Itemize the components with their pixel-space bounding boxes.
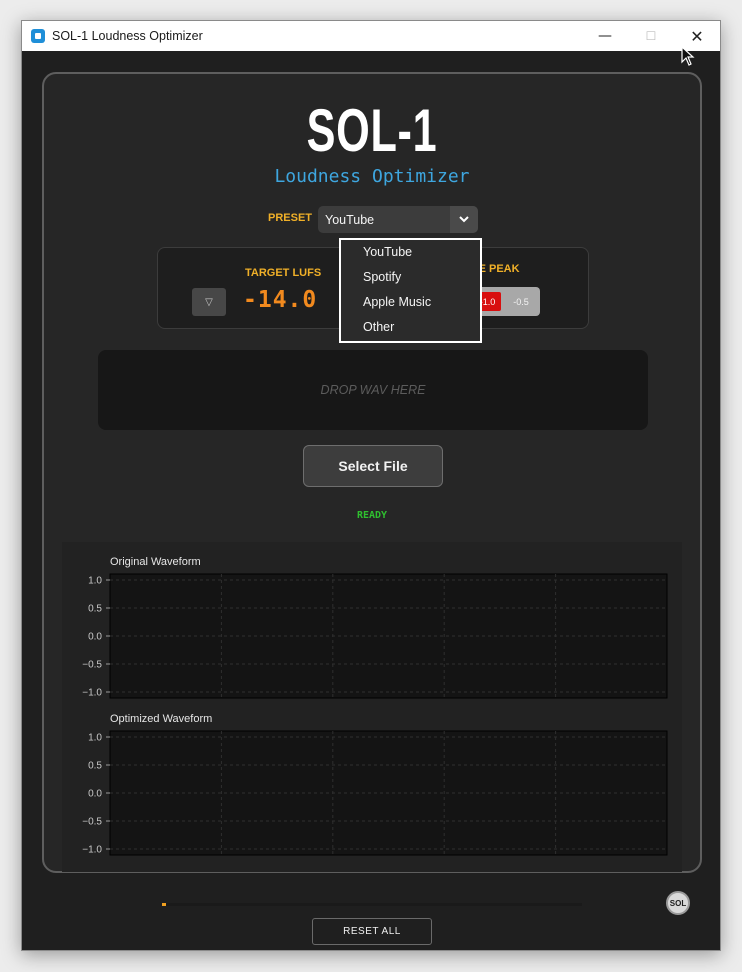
y-tick-label: −1.0	[82, 688, 102, 699]
chart-title: Optimized Waveform	[110, 713, 212, 725]
window-title: SOL-1 Loudness Optimizer	[52, 29, 203, 43]
chart-title: Original Waveform	[110, 556, 201, 568]
drop-zone-text: DROP WAV HERE	[320, 383, 426, 397]
preset-select[interactable]: YouTube	[318, 206, 478, 233]
preset-dropdown-menu: YouTube Spotify Apple Music Other	[339, 238, 482, 343]
preset-option-apple-music[interactable]: Apple Music	[363, 295, 431, 309]
sol-seal-logo: SOL	[666, 891, 690, 915]
wav-drop-zone[interactable]: DROP WAV HERE	[98, 350, 648, 430]
mouse-pointer-icon	[681, 46, 695, 66]
y-tick-label: 0.5	[88, 604, 102, 615]
waveform-charts-svg: Original Waveform 1.0 0.5 0.0 −0.5 −1.0 Optimi…	[82, 556, 668, 856]
target-lufs-label: TARGET LUFS	[245, 267, 322, 279]
main-panel: SOL-1 Loudness Optimizer PRESET YouTube …	[42, 72, 702, 873]
y-tick-label: 0.0	[88, 789, 102, 800]
chevron-down-icon[interactable]	[450, 206, 478, 233]
app-icon	[31, 29, 45, 43]
y-tick-label: 0.5	[88, 761, 102, 772]
app-subtitle: Loudness Optimizer	[274, 166, 470, 187]
preset-selected-value: YouTube	[325, 212, 375, 227]
waveform-charts: Original Waveform 1.0 0.5 0.0 −0.5 −1.0 Optimi…	[62, 542, 682, 872]
y-tick-label: 1.0	[88, 576, 102, 587]
preset-option-spotify[interactable]: Spotify	[363, 270, 401, 284]
app-window: SOL-1 Loudness Optimizer — ☐ ✕ SOL-1 Lou…	[21, 20, 721, 951]
preset-option-other[interactable]: Other	[363, 320, 394, 334]
title-bar[interactable]: SOL-1 Loudness Optimizer — ☐ ✕	[22, 21, 720, 51]
preset-option-youtube[interactable]: YouTube	[363, 245, 412, 259]
status-text: READY	[356, 510, 388, 521]
target-lufs-value: -14.0	[243, 287, 318, 313]
preset-label: PRESET	[268, 212, 313, 224]
select-file-button[interactable]: Select File	[303, 445, 443, 487]
minimize-icon[interactable]: —	[582, 21, 628, 51]
lufs-decrease-button[interactable]: ▽	[192, 288, 226, 316]
y-tick-label: 1.0	[88, 733, 102, 744]
reset-all-button[interactable]: RESET ALL	[312, 918, 432, 945]
y-tick-label: 0.0	[88, 632, 102, 643]
y-tick-label: −0.5	[82, 817, 102, 828]
true-peak-option[interactable]: -0.5	[506, 292, 536, 311]
y-tick-label: −0.5	[82, 660, 102, 671]
progress-fill	[162, 903, 167, 906]
progress-bar	[162, 903, 582, 906]
app-logo: SOL-1	[306, 97, 438, 164]
y-tick-label: −1.0	[82, 845, 102, 856]
maximize-icon[interactable]: ☐	[628, 21, 674, 51]
